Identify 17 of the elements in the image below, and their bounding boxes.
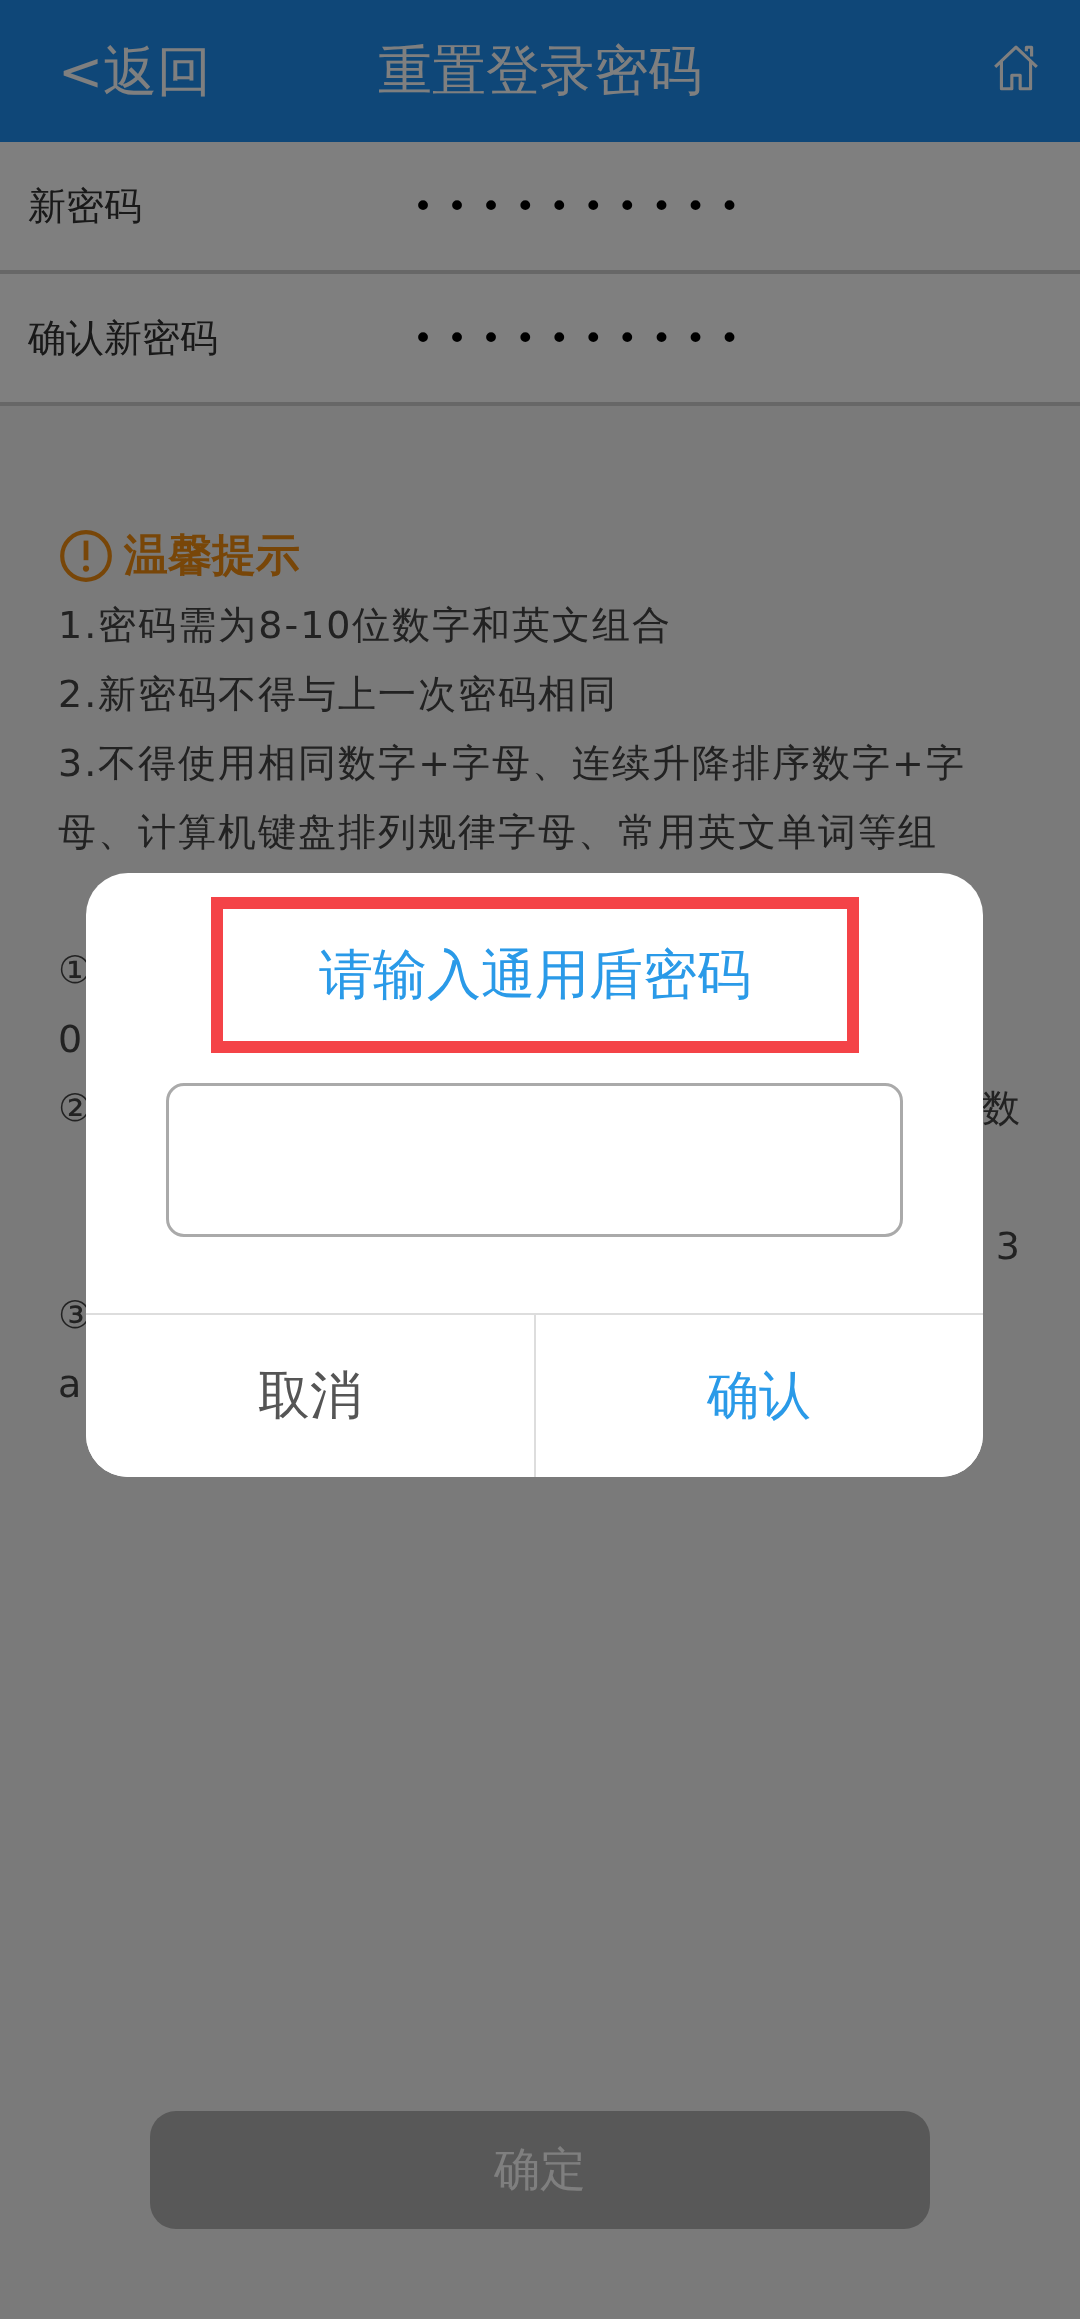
password-field[interactable]: •••••••••• [413,318,754,358]
field-label: 新密码 [28,182,143,230]
tip-text: 2.新密码不得与上一次密码相同 [58,671,620,718]
tip-text: 数 [982,1085,1022,1132]
tips-heading: 温馨提示 [124,528,300,582]
field-label: 确认新密码 [28,314,219,362]
tip-text: 0 [58,1016,85,1063]
confirm-button[interactable]: 确认 [533,1315,983,1477]
password-field[interactable]: •••••••••• [413,186,754,226]
tip-text: a [58,1361,84,1408]
password-input-field[interactable] [166,1083,903,1237]
tip-text: 1.密码需为8-10位数字和英文组合 [58,602,674,649]
dialog-title: 请输入通用盾密码 [318,941,751,1008]
tip-text: 3.不得使用相同数字+字母、连续升降排序数字+字母、计算机键盘排列规律字母、常用英文单词等组 [58,740,967,856]
tip-text: 3 [995,1223,1022,1270]
page-title: 重置登录密码 [378,37,702,104]
warning-icon [58,527,114,584]
